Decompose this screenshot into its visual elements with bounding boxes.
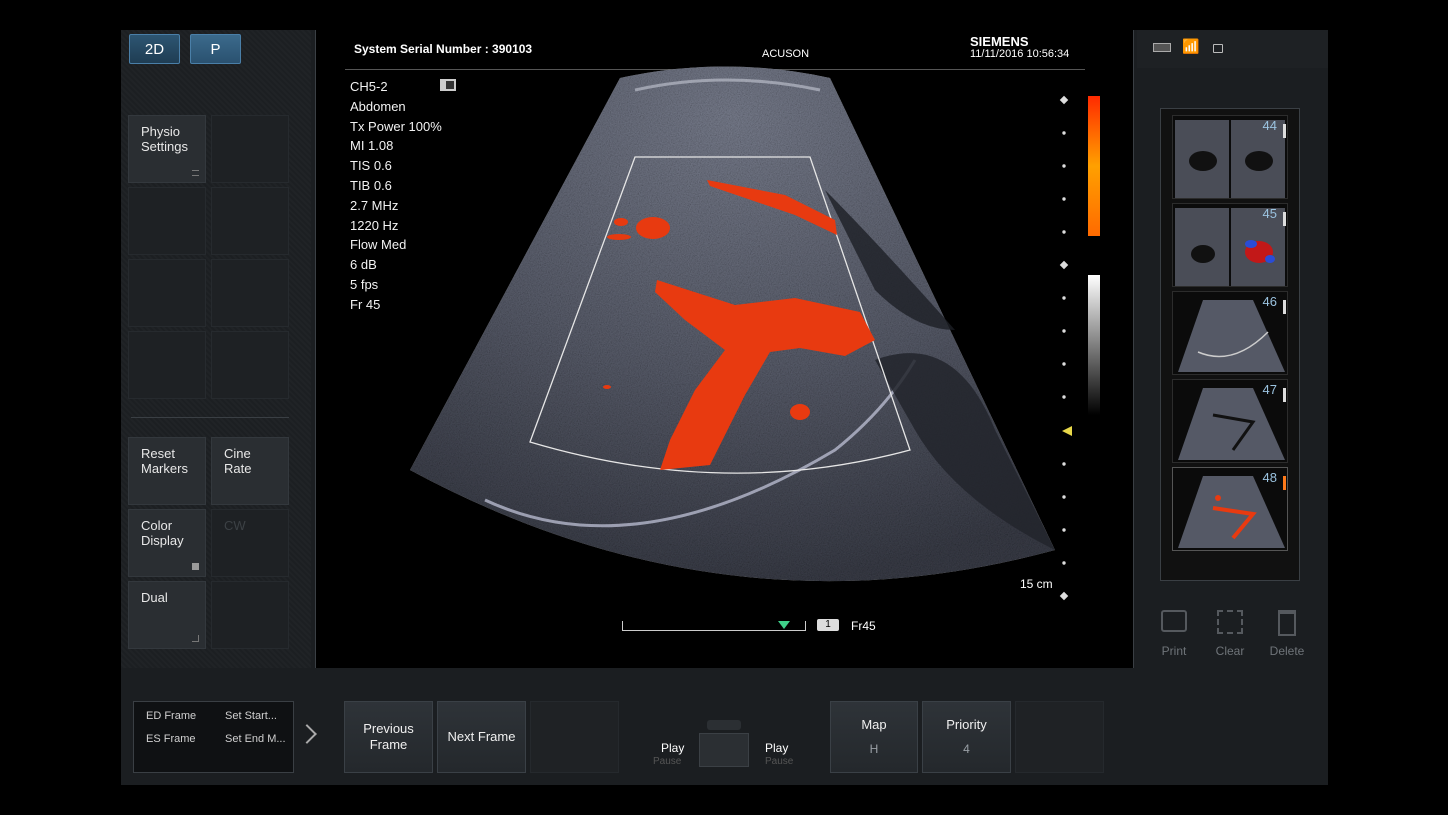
param-frame: Fr 45 bbox=[350, 297, 381, 312]
thumbnail-47[interactable]: 47 bbox=[1172, 379, 1288, 463]
priority-button[interactable]: Priority 4 bbox=[922, 701, 1011, 773]
mode-2d-button[interactable]: 2D bbox=[129, 34, 180, 64]
param-preset: Abdomen bbox=[350, 99, 406, 114]
clear-button[interactable]: Clear bbox=[1205, 610, 1255, 658]
thumbnail-number: 48 bbox=[1262, 470, 1277, 485]
empty-slot bbox=[128, 331, 206, 399]
param-mi: MI 1.08 bbox=[350, 138, 394, 153]
corner-bracket-icon bbox=[192, 635, 199, 642]
play-control[interactable]: Play Pause Play Pause bbox=[650, 720, 800, 770]
thumbnail-tick bbox=[1283, 476, 1286, 490]
es-frame-button[interactable]: ES Frame bbox=[146, 733, 196, 745]
cine-marker-badge: 1 bbox=[817, 619, 839, 631]
cw-button: CW bbox=[211, 509, 289, 577]
next-frame-button[interactable]: Next Frame bbox=[437, 701, 526, 773]
set-start-button[interactable]: Set Start... bbox=[225, 710, 277, 722]
color-display-button[interactable]: Color Display bbox=[128, 509, 206, 577]
empty-slot bbox=[211, 187, 289, 255]
next-frame-label: Next Frame bbox=[447, 729, 516, 744]
previous-frame-label: Previous Frame bbox=[363, 721, 414, 752]
thumbnail-tick bbox=[1283, 388, 1286, 402]
pause-right-label: Pause bbox=[765, 756, 794, 767]
empty-slot bbox=[211, 115, 289, 183]
menu-lines-icon bbox=[192, 170, 199, 176]
dual-button[interactable]: Dual bbox=[128, 581, 206, 649]
thumbnail-46[interactable]: 46 bbox=[1172, 291, 1288, 375]
thumbnail-44[interactable]: 44 bbox=[1172, 115, 1288, 199]
gray-scale-bar bbox=[1088, 275, 1100, 415]
map-label: Map bbox=[861, 717, 887, 732]
lock-icon bbox=[1213, 44, 1223, 53]
trackball-top bbox=[707, 720, 741, 730]
depth-ruler bbox=[1059, 95, 1069, 601]
network-icon: 📶 bbox=[1182, 38, 1200, 54]
delete-label: Delete bbox=[1269, 644, 1305, 658]
set-end-button[interactable]: Set End M... bbox=[225, 733, 286, 745]
indicator-light-icon bbox=[192, 563, 199, 570]
cine-rate-button[interactable]: Cine Rate bbox=[211, 437, 289, 505]
focus-marker-icon bbox=[1062, 426, 1072, 436]
dual-label: Dual bbox=[141, 590, 168, 605]
empty-slot bbox=[530, 701, 619, 773]
previous-frame-button[interactable]: Previous Frame bbox=[344, 701, 433, 773]
trackball-icon[interactable] bbox=[699, 733, 749, 767]
param-flow: Flow Med bbox=[350, 237, 407, 252]
delete-button[interactable]: Delete bbox=[1262, 610, 1312, 658]
empty-slot bbox=[128, 187, 206, 255]
status-bar: 📶 bbox=[1137, 30, 1328, 68]
empty-slot bbox=[211, 331, 289, 399]
param-frequency: 2.7 MHz bbox=[350, 198, 399, 213]
physio-settings-button[interactable]: Physio Settings bbox=[128, 115, 206, 183]
empty-slot bbox=[211, 259, 289, 327]
reset-markers-label: Reset Markers bbox=[141, 446, 188, 476]
ed-frame-button[interactable]: ED Frame bbox=[146, 710, 196, 722]
empty-slot bbox=[211, 581, 289, 649]
priority-value: 4 bbox=[963, 742, 970, 756]
param-tis: TIS 0.6 bbox=[350, 158, 392, 173]
mode-p-button[interactable]: P bbox=[190, 34, 241, 64]
param-tib: TIB 0.6 bbox=[350, 178, 392, 193]
map-value: H bbox=[869, 742, 879, 756]
color-scale-bar bbox=[1088, 96, 1100, 236]
print-label: Print bbox=[1161, 644, 1187, 658]
cw-label: CW bbox=[224, 518, 246, 533]
thumbnail-tick bbox=[1283, 300, 1286, 314]
color-display-label: Color Display bbox=[141, 518, 184, 548]
cine-position-marker-icon[interactable] bbox=[778, 621, 790, 629]
play-right-label: Play bbox=[765, 741, 789, 755]
cine-frame-label: Fr45 bbox=[851, 619, 876, 633]
play-left-label: Play bbox=[661, 741, 685, 755]
thumbnail-number: 45 bbox=[1262, 206, 1277, 221]
param-gain: 6 dB bbox=[350, 257, 377, 272]
thumbnail-45[interactable]: 45 bbox=[1172, 203, 1288, 287]
clear-icon bbox=[1217, 610, 1243, 634]
thumbnail-number: 47 bbox=[1262, 382, 1277, 397]
thumbnail-48[interactable]: 48 bbox=[1172, 467, 1288, 551]
param-prf: 1220 Hz bbox=[350, 218, 399, 233]
param-fps: 5 fps bbox=[350, 277, 379, 292]
cine-rate-label: Cine Rate bbox=[224, 446, 252, 476]
thumbnail-number: 44 bbox=[1262, 118, 1277, 133]
trash-icon bbox=[1278, 610, 1296, 636]
pause-left-label: Pause bbox=[653, 756, 682, 767]
empty-slot bbox=[1015, 701, 1104, 773]
empty-slot bbox=[128, 259, 206, 327]
thumbnail-tick bbox=[1283, 124, 1286, 138]
map-button[interactable]: Map H bbox=[830, 701, 918, 773]
panel-divider bbox=[131, 417, 289, 418]
depth-label: 15 cm bbox=[1020, 577, 1053, 591]
clear-label: Clear bbox=[1215, 644, 1245, 658]
frame-marker-box: ED Frame Set Start... ES Frame Set End M… bbox=[133, 701, 294, 773]
physio-settings-label: Physio Settings bbox=[141, 124, 188, 154]
print-button[interactable]: Print bbox=[1149, 610, 1199, 658]
thumbnail-number: 46 bbox=[1262, 294, 1277, 309]
priority-label: Priority bbox=[946, 717, 987, 732]
printer-icon bbox=[1161, 610, 1187, 632]
reset-markers-button[interactable]: Reset Markers bbox=[128, 437, 206, 505]
thumbnail-tick bbox=[1283, 212, 1286, 226]
param-tx-power: Tx Power 100% bbox=[350, 119, 442, 134]
param-transducer: CH5-2 bbox=[350, 79, 388, 94]
storage-icon bbox=[1153, 43, 1171, 52]
